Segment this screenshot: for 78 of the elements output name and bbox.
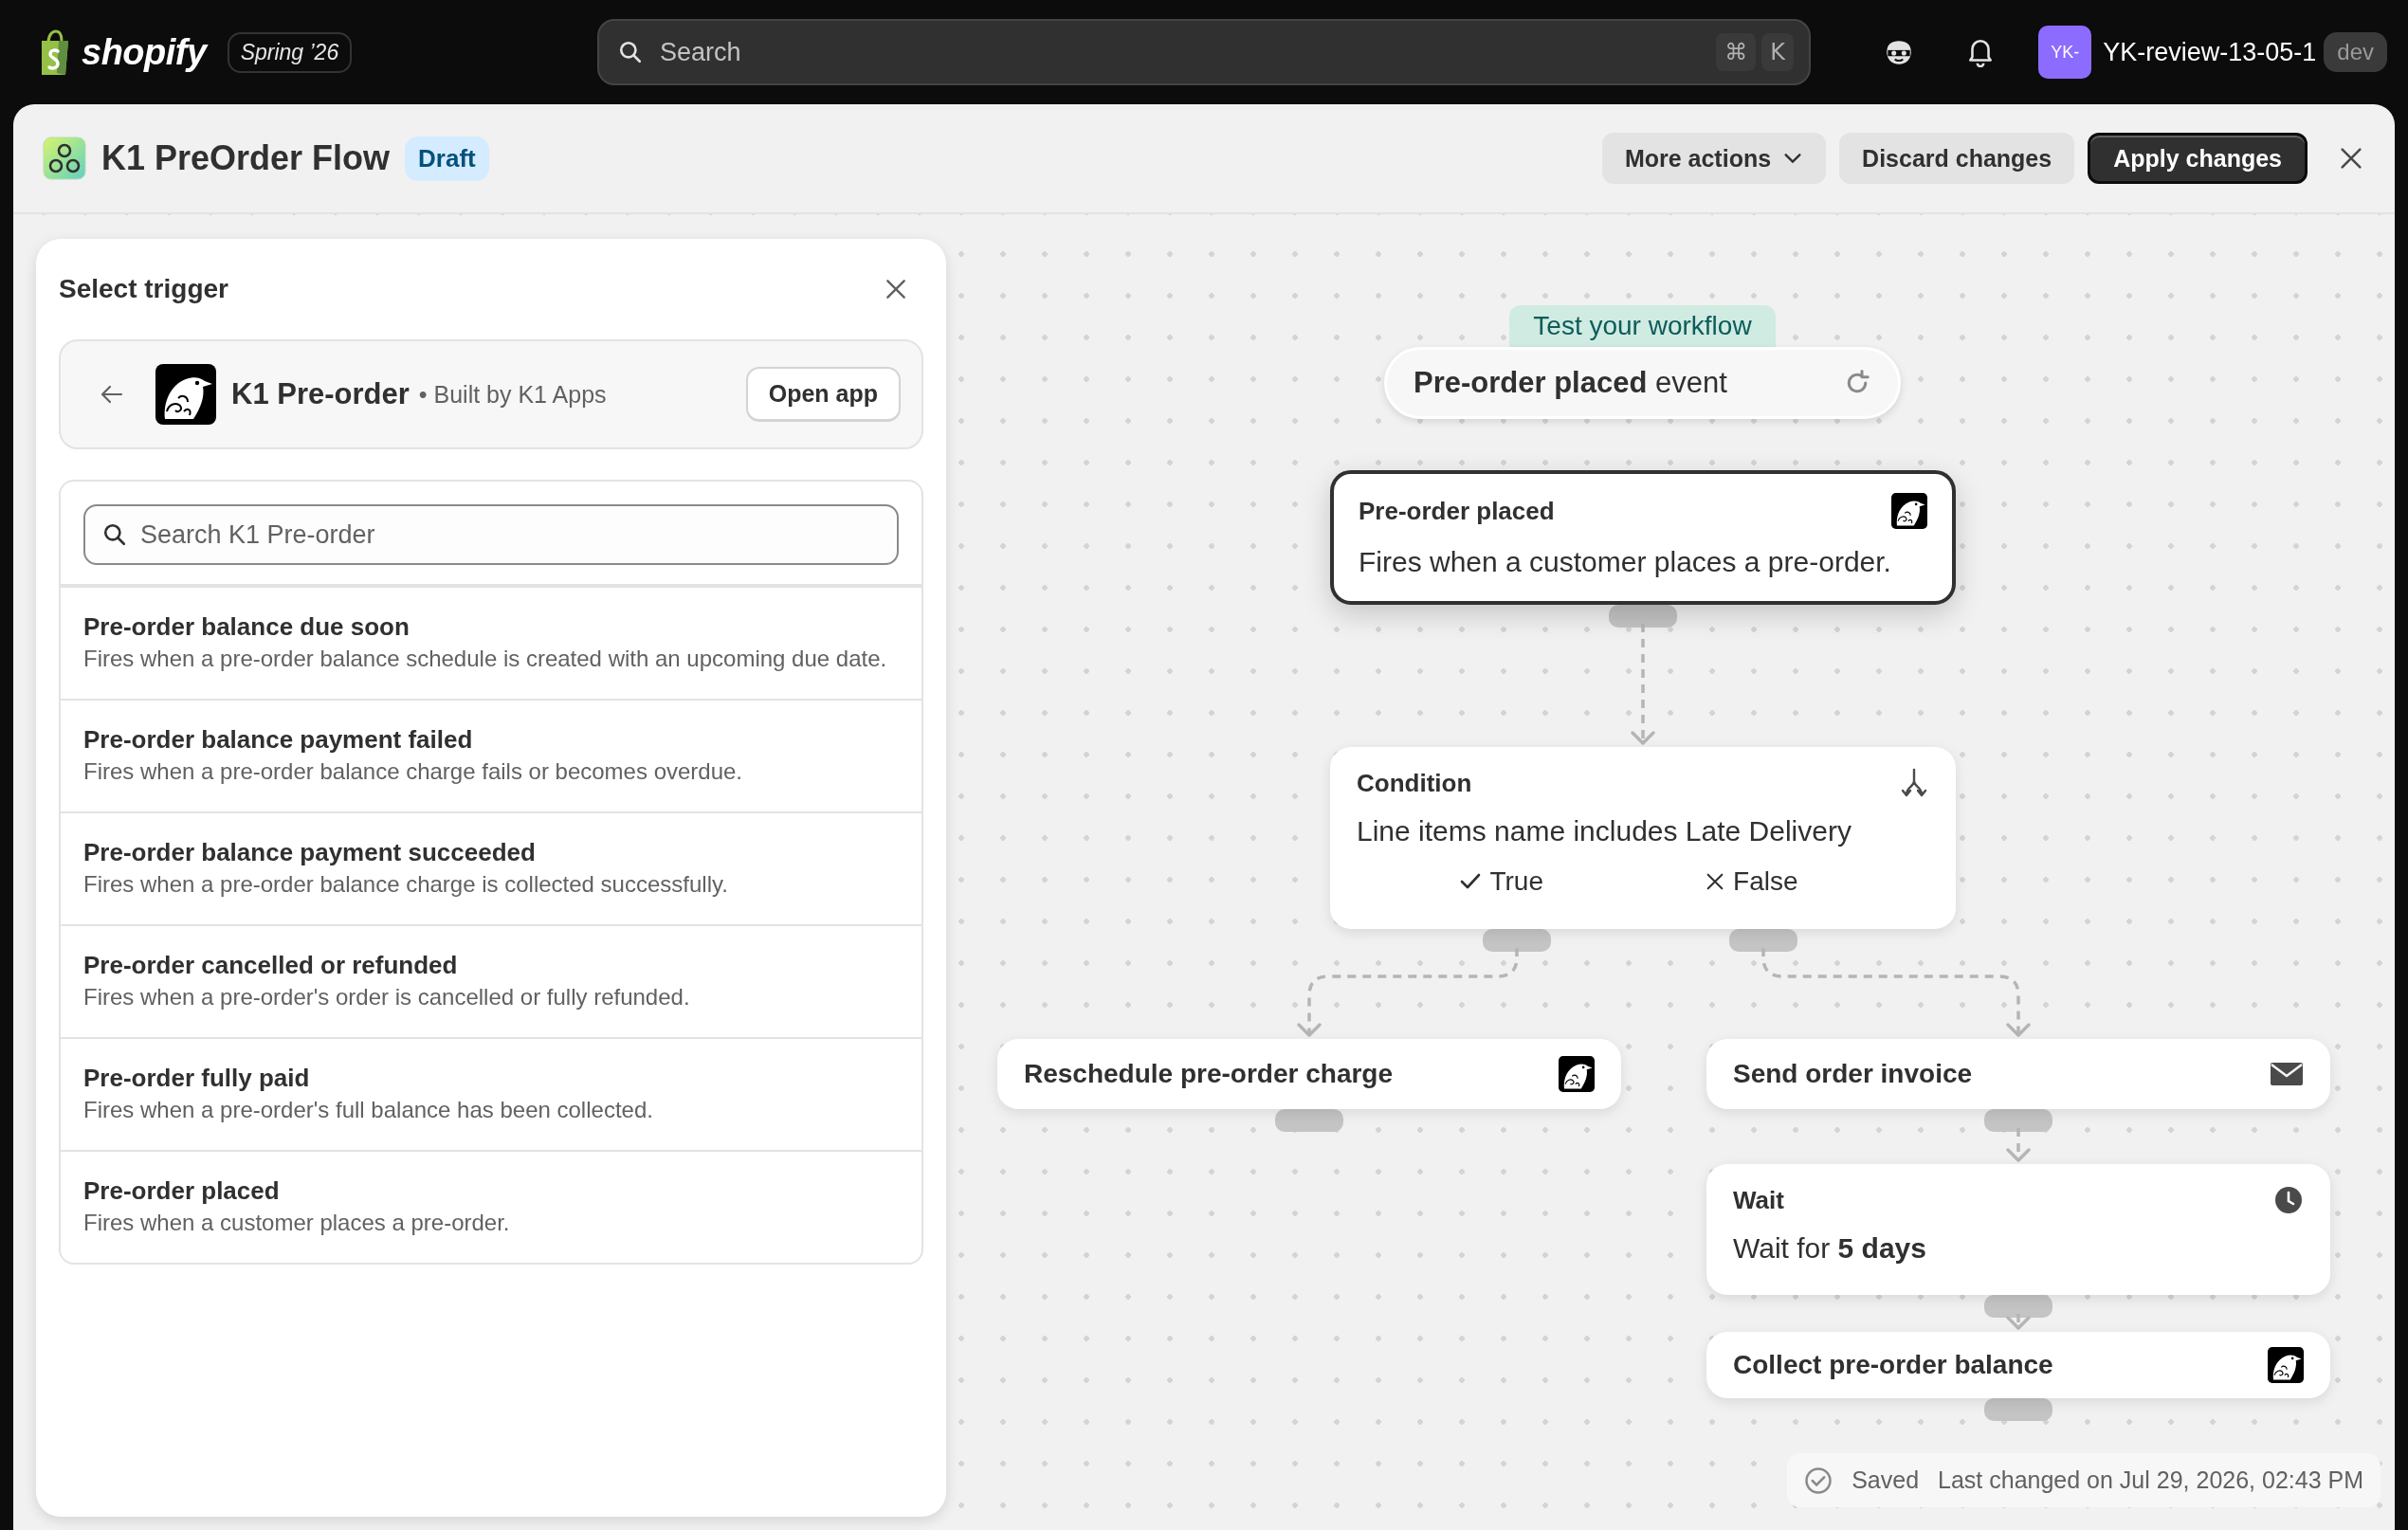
app-name: K1 Pre-order — [231, 377, 410, 411]
trigger-option[interactable]: Pre-order fully paid Fires when a pre-order's full balance has been collected. — [61, 1037, 921, 1150]
bird-logo-icon — [1891, 493, 1927, 529]
check-circle-icon — [1804, 1466, 1833, 1495]
test-workflow-tab[interactable]: Test your workflow — [1509, 305, 1776, 347]
discard-button[interactable]: Discard changes — [1839, 133, 2075, 184]
node-title: Pre-order placed — [1359, 496, 1555, 526]
trigger-description: Fires when a pre-order balance charge fails or becomes overdue. — [83, 757, 744, 786]
node-handle[interactable] — [1984, 1398, 2052, 1421]
workflow-node[interactable]: Condition Line items name includes Late Delivery True False — [1330, 747, 1956, 929]
trigger-title: Pre-order fully paid — [83, 1063, 311, 1094]
bird-logo-icon — [155, 364, 216, 425]
apply-button[interactable]: Apply changes — [2088, 133, 2308, 184]
edition-badge: Spring ’26 — [227, 31, 353, 73]
node-handle[interactable] — [1483, 929, 1551, 952]
trigger-option[interactable]: Pre-order cancelled or refunded Fires when a pre-order's order is cancelled or fully refunded. — [61, 924, 921, 1037]
node-title: Reschedule pre-order charge — [1024, 1059, 1394, 1089]
node-title: Wait — [1733, 1185, 1784, 1215]
trigger-option[interactable]: Pre-order balance payment failed Fires when a pre-order balance charge fails or becomes overdue. — [61, 699, 921, 811]
trigger-title: Pre-order cancelled or refunded — [83, 950, 459, 981]
trigger-description: Fires when a pre-order balance charge is collected successfully. — [83, 870, 729, 899]
node-description: Line items name includes Late Delivery — [1357, 815, 1852, 847]
test-event-selector[interactable]: Pre-order placed event — [1384, 347, 1901, 419]
trigger-option[interactable]: Pre-order placed Fires when a customer places a pre-order. — [61, 1150, 921, 1263]
panel-title: Select trigger — [59, 274, 228, 304]
bird-logo-icon — [1559, 1056, 1595, 1092]
branch-icon — [1899, 768, 1929, 798]
logo-text: shopify — [82, 31, 207, 73]
open-app-button[interactable]: Open app — [745, 367, 901, 422]
close-icon — [884, 277, 908, 301]
trigger-title: Pre-order placed — [83, 1175, 281, 1207]
search-icon — [618, 40, 643, 64]
workflow-node[interactable]: Pre-order placed Fires when a customer places a pre-order. — [1330, 470, 1956, 605]
node-description: Wait for 5 days — [1733, 1232, 1927, 1265]
test-event-label: Pre-order placed event — [1414, 366, 1727, 400]
shortcut-key: K — [1761, 33, 1794, 71]
trigger-option[interactable]: Pre-order balance payment succeeded Fires when a pre-order balance charge is collected successfully. — [61, 811, 921, 924]
branch-label: False — [1733, 866, 1798, 897]
node-title: Collect pre-order balance — [1733, 1350, 2053, 1380]
search-field[interactable]: Search K1 Pre-order — [83, 504, 899, 565]
environment-badge: dev — [2324, 32, 2387, 72]
status-badge: Draft — [405, 136, 489, 181]
back-arrow-icon — [99, 383, 125, 406]
workflow-node[interactable]: Reschedule pre-order charge — [997, 1039, 1621, 1109]
branch-label: True — [1489, 866, 1544, 897]
workflow-node[interactable]: Send order invoice — [1706, 1039, 2330, 1109]
clock-icon — [2273, 1185, 2304, 1215]
node-handle[interactable] — [1609, 605, 1677, 628]
trigger-title: Pre-order balance due soon — [83, 611, 410, 643]
node-title: Condition — [1357, 768, 1472, 798]
more-actions-button[interactable]: More actions — [1601, 133, 1827, 184]
trigger-description: Fires when a pre-order's full balance has been collected. — [83, 1096, 654, 1124]
trigger-description: Fires when a customer places a pre-order. — [83, 1209, 511, 1237]
connector-arrow — [2006, 1128, 2031, 1162]
workflow-node[interactable]: Wait Wait for 5 days — [1706, 1164, 2330, 1295]
node-handle[interactable] — [1984, 1295, 2052, 1318]
node-handle[interactable] — [1984, 1109, 2052, 1132]
workflow-node[interactable]: Collect pre-order balance — [1706, 1332, 2330, 1398]
trigger-description: Fires when a pre-order's order is cancelled or fully refunded. — [83, 983, 691, 1011]
search-icon — [102, 522, 127, 547]
last-changed-text: Last changed on Jul 29, 2026, 02:43 PM — [1938, 1466, 2363, 1494]
save-status: Saved — [1852, 1466, 1920, 1494]
store-name[interactable]: YK-review-13-05-1 — [2103, 37, 2317, 67]
trigger-title: Pre-order balance payment failed — [83, 724, 474, 756]
trigger-description: Fires when a pre-order balance schedule is created with an upcoming due date. — [83, 645, 887, 673]
avatar[interactable]: YK- — [2038, 26, 2092, 79]
app-byline: • Built by K1 Apps — [418, 380, 607, 409]
node-handle[interactable] — [1729, 929, 1797, 952]
flow-app-icon — [43, 137, 86, 180]
node-handle[interactable] — [1275, 1109, 1343, 1132]
node-title: Send order invoice — [1733, 1059, 1973, 1089]
trigger-option[interactable]: Pre-order balance due soon Fires when a pre-order balance schedule is created with an upcoming due date. — [61, 586, 921, 699]
trigger-title: Pre-order balance payment succeeded — [83, 837, 537, 868]
node-description: Fires when a customer places a pre-order. — [1359, 546, 1892, 578]
shortcut-key: ⌘ — [1716, 33, 1757, 71]
close-icon — [2338, 145, 2364, 172]
workflow-title: K1 PreOrder Flow — [101, 138, 391, 178]
bird-logo-icon — [2268, 1347, 2304, 1383]
